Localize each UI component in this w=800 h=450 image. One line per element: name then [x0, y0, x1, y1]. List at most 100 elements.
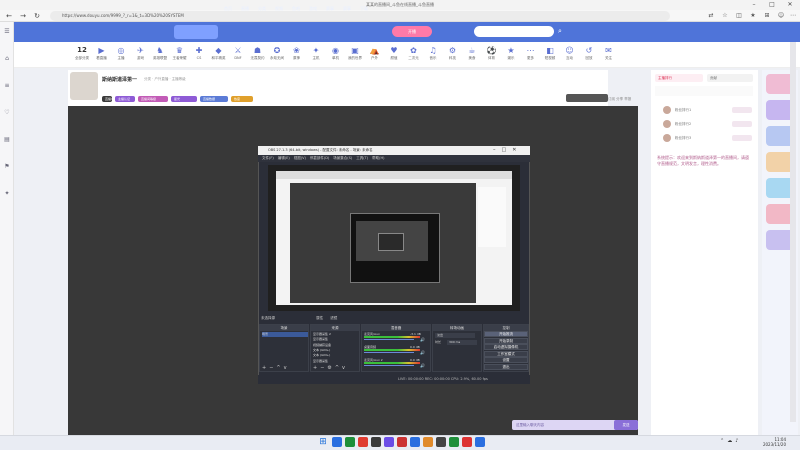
sidebar-icon[interactable]: ☰ — [2, 28, 12, 35]
minimize-icon[interactable]: – — [746, 0, 762, 10]
obs-menu-item[interactable]: 文件(F) — [262, 156, 274, 160]
category-item[interactable]: ↺ 回放 — [579, 45, 599, 61]
viewer-name[interactable]: 粉丝排行3 — [675, 136, 691, 141]
obs-menu-item[interactable]: 视图(V) — [294, 156, 306, 160]
source-item[interactable]: 显示器采集 — [313, 359, 359, 364]
viewer-name[interactable]: 粉丝排行2 — [675, 122, 691, 127]
category-item[interactable]: ▣ 我的世界 — [345, 45, 365, 61]
obs-control-button[interactable]: 设置 — [484, 357, 528, 363]
taskbar-app-icon[interactable] — [475, 437, 485, 447]
room-tag[interactable]: 直播中 — [102, 96, 114, 102]
room-tag[interactable]: 直播数据 — [200, 96, 228, 102]
category-item[interactable]: ✚ CS — [189, 45, 209, 61]
sidebar-icon[interactable]: ⌂ — [2, 55, 12, 62]
speaker-icon[interactable]: 🔊 — [420, 350, 425, 355]
taskbar-app-icon[interactable] — [410, 437, 420, 447]
speaker-icon[interactable]: 🔊 — [420, 363, 425, 368]
source-item[interactable]: 文本 (GDI+) — [313, 353, 359, 358]
speaker-icon[interactable]: 🔊 — [420, 337, 425, 342]
start-live-button[interactable]: 开播 — [392, 26, 432, 37]
volume-slider[interactable] — [364, 352, 414, 353]
category-item[interactable]: ◧ 短视频 — [540, 45, 560, 61]
category-item[interactable]: ♫ 音乐 — [423, 45, 443, 61]
site-nav-item[interactable]: 分类 — [258, 6, 266, 12]
site-nav-item[interactable]: 赛事 — [326, 6, 334, 12]
category-item[interactable]: ◉ 单机 — [326, 45, 346, 61]
viewer-avatar[interactable] — [663, 106, 671, 114]
taskbar-app-icon[interactable] — [423, 437, 433, 447]
room-action-group[interactable] — [566, 94, 608, 102]
taskbar-app-icon[interactable] — [384, 437, 394, 447]
obs-menu-item[interactable]: 场景集合(S) — [333, 156, 352, 160]
category-item[interactable]: ✉ 关注 — [599, 45, 619, 61]
taskbar-app-icon[interactable] — [397, 437, 407, 447]
sidebar-icon[interactable]: ▤ — [2, 136, 12, 143]
subscribe-button[interactable]: 订阅 — [608, 97, 615, 101]
category-item[interactable]: ☗ 无畏契约 — [248, 45, 268, 61]
send-button[interactable]: 发送 — [614, 420, 638, 430]
viewer-avatar[interactable] — [663, 120, 671, 128]
transition-select[interactable]: 淡出 — [435, 333, 475, 338]
obs-control-button[interactable]: 工作室模式 — [484, 350, 528, 357]
site-nav-item[interactable]: 视频 — [275, 6, 283, 12]
taskbar-app-icon[interactable] — [462, 437, 472, 447]
category-item[interactable]: ⚔ DNF — [228, 45, 248, 61]
taskbar-app-icon[interactable] — [449, 437, 459, 447]
duration-input[interactable]: 300 ms — [447, 340, 477, 345]
scene-controls[interactable]: +−^v — [262, 365, 290, 371]
volume-slider[interactable] — [364, 365, 414, 366]
tray-icons[interactable]: ⌃☁♪ — [720, 438, 741, 444]
obs-filters-button[interactable]: 滤镜 — [330, 316, 337, 320]
room-tag[interactable]: 主播认证 — [115, 96, 135, 102]
category-item[interactable]: 12 全部分类 — [72, 45, 92, 61]
share-button[interactable]: 分享 — [616, 97, 623, 101]
site-logo[interactable] — [174, 25, 218, 39]
taskbar-app-icon[interactable] — [332, 437, 342, 447]
refresh-icon[interactable]: ↻ — [32, 11, 42, 21]
collections-icon[interactable]: ⊞ — [762, 11, 772, 21]
source-item[interactable]: 视频捕获设备 — [313, 343, 359, 348]
obs-window-controls[interactable]: –□✕ — [493, 147, 522, 153]
obs-properties-button[interactable]: 属性 — [316, 316, 323, 320]
category-item[interactable]: ▶ 看直播 — [92, 45, 112, 61]
obs-menu-item[interactable]: 帮助(H) — [372, 156, 384, 160]
obs-control-button[interactable]: 开始推流 — [484, 331, 528, 337]
obs-control-button[interactable]: 退出 — [484, 363, 528, 370]
source-controls[interactable]: +−⚙^v — [313, 365, 348, 371]
obs-preview[interactable] — [268, 165, 520, 311]
category-item[interactable]: ✿ 二次元 — [404, 45, 424, 61]
category-item[interactable]: ⛺ 户外 — [365, 45, 385, 61]
translate-icon[interactable]: ⇄ — [706, 11, 716, 21]
more-icon[interactable]: ⋯ — [788, 11, 798, 21]
scene-item[interactable]: 场景 — [262, 332, 308, 337]
report-button[interactable]: 举报 — [624, 97, 631, 101]
taskbar-app-icon[interactable] — [345, 437, 355, 447]
sidebar-icon[interactable]: ♡ — [2, 109, 12, 116]
viewer-avatar[interactable] — [663, 134, 671, 142]
category-item[interactable]: ♥ 颜值 — [384, 45, 404, 61]
category-item[interactable]: ◆ 和平精英 — [209, 45, 229, 61]
sidebar-icon[interactable]: ✦ — [2, 190, 12, 197]
site-search-input[interactable] — [474, 26, 554, 37]
taskbar-app-icon[interactable] — [358, 437, 368, 447]
close-icon[interactable]: ✕ — [782, 0, 798, 10]
category-item[interactable]: ♞ 英雄联盟 — [150, 45, 170, 61]
site-nav-item[interactable]: 游戏 — [309, 6, 317, 12]
back-icon[interactable]: ← — [4, 11, 14, 21]
contribution-tab[interactable]: 贡献 — [707, 74, 753, 82]
taskbar-app-icon[interactable] — [371, 437, 381, 447]
split-view-icon[interactable]: ◫ — [734, 11, 744, 21]
maximize-icon[interactable]: □ — [764, 0, 780, 10]
streamer-avatar[interactable] — [70, 72, 98, 100]
search-icon[interactable]: ⌕ — [554, 26, 566, 37]
clock[interactable]: 11:04 2023/11/20 — [756, 437, 786, 447]
category-item[interactable]: ◎ 主播 — [111, 45, 131, 61]
category-item[interactable]: ♛ 王者荣耀 — [170, 45, 190, 61]
favorite-icon[interactable]: ☆ — [720, 11, 730, 21]
category-item[interactable]: ✈ 游戏 — [131, 45, 151, 61]
site-nav-item[interactable]: 直播 — [241, 6, 249, 12]
room-tag[interactable]: 热度 — [231, 96, 253, 102]
rank-tab[interactable]: 主播排行 — [655, 74, 703, 82]
address-bar[interactable]: https://www.douyu.com/9999_?_r=1&_t=3D%2… — [50, 11, 670, 21]
room-tag[interactable]: 直播间等级 — [138, 96, 168, 102]
